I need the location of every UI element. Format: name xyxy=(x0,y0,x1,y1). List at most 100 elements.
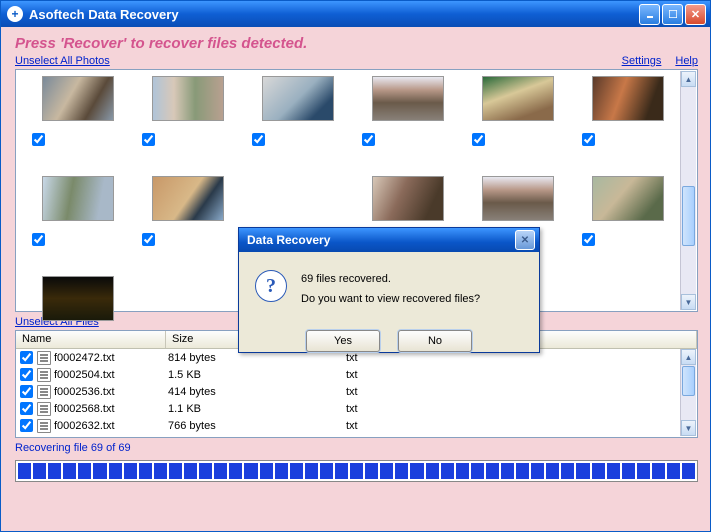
photo-checkbox[interactable] xyxy=(142,233,155,246)
file-ext: txt xyxy=(346,352,494,364)
progress-segment xyxy=(441,463,454,479)
photo-checkbox[interactable] xyxy=(582,233,595,246)
progress-segment xyxy=(139,463,152,479)
instruction-text: Press 'Recover' to recover files detecte… xyxy=(15,35,698,52)
progress-segment xyxy=(320,463,333,479)
progress-segment xyxy=(486,463,499,479)
photo-item[interactable] xyxy=(142,76,230,132)
progress-segment xyxy=(290,463,303,479)
no-button[interactable]: No xyxy=(398,330,472,352)
table-row[interactable]: f0002632.txt766 bytestxt xyxy=(16,417,697,434)
file-ext: txt xyxy=(346,403,494,415)
scroll-down-icon[interactable]: ▼ xyxy=(681,420,696,436)
photo-item[interactable] xyxy=(362,76,450,132)
progress-segment xyxy=(380,463,393,479)
scroll-down-icon[interactable]: ▼ xyxy=(681,294,696,310)
photo-checkbox[interactable] xyxy=(362,133,375,146)
progress-segment xyxy=(169,463,182,479)
file-name: f0002568.txt xyxy=(54,403,168,415)
file-size: 414 bytes xyxy=(168,386,346,398)
file-checkbox[interactable] xyxy=(20,351,33,364)
window-title: Asoftech Data Recovery xyxy=(29,7,639,22)
col-name[interactable]: Name xyxy=(16,331,166,348)
minimize-button[interactable] xyxy=(639,4,660,25)
file-checkbox[interactable] xyxy=(20,402,33,415)
progress-segment xyxy=(63,463,76,479)
file-size: 1.1 KB xyxy=(168,403,346,415)
yes-button[interactable]: Yes xyxy=(306,330,380,352)
photo-checkbox[interactable] xyxy=(582,133,595,146)
progress-segment xyxy=(652,463,665,479)
table-row[interactable]: f0002536.txt414 bytestxt xyxy=(16,383,697,400)
scroll-up-icon[interactable]: ▲ xyxy=(681,71,696,87)
photo-checkbox[interactable] xyxy=(252,133,265,146)
help-link[interactable]: Help xyxy=(675,55,698,67)
table-row[interactable]: f0002568.txt1.1 KBtxt xyxy=(16,400,697,417)
dialog-message: 69 files recovered. Do you want to view … xyxy=(301,270,480,310)
photo-item[interactable] xyxy=(142,176,230,232)
recovery-dialog: Data Recovery ✕ ? 69 files recovered. Do… xyxy=(238,227,540,353)
photo-scrollbar[interactable]: ▲ ▼ xyxy=(680,71,696,310)
file-name: f0002504.txt xyxy=(54,369,168,381)
settings-link[interactable]: Settings xyxy=(622,55,662,67)
photo-checkbox[interactable] xyxy=(32,133,45,146)
file-scrollbar[interactable]: ▲ ▼ xyxy=(680,349,696,436)
progress-segment xyxy=(229,463,242,479)
photo-checkbox[interactable] xyxy=(472,133,485,146)
scroll-thumb[interactable] xyxy=(682,186,695,246)
scroll-up-icon[interactable]: ▲ xyxy=(681,349,696,365)
photo-item[interactable] xyxy=(472,76,560,132)
progress-segment xyxy=(576,463,589,479)
progress-segment xyxy=(607,463,620,479)
photo-item[interactable] xyxy=(362,176,450,232)
photo-checkbox[interactable] xyxy=(142,133,155,146)
progress-segment xyxy=(516,463,529,479)
progress-segment xyxy=(78,463,91,479)
progress-segment xyxy=(335,463,348,479)
close-button[interactable]: ✕ xyxy=(685,4,706,25)
file-size: 1.5 KB xyxy=(168,369,346,381)
file-checkbox[interactable] xyxy=(20,419,33,432)
photo-item[interactable] xyxy=(32,76,120,132)
photo-item[interactable] xyxy=(252,76,340,132)
progress-segment xyxy=(426,463,439,479)
maximize-button[interactable] xyxy=(662,4,683,25)
progress-segment xyxy=(33,463,46,479)
photo-item[interactable] xyxy=(472,176,560,232)
progress-segment xyxy=(275,463,288,479)
photo-item[interactable] xyxy=(32,176,120,232)
file-checkbox[interactable] xyxy=(20,385,33,398)
progress-segment xyxy=(93,463,106,479)
photo-item[interactable] xyxy=(582,76,670,132)
scroll-thumb[interactable] xyxy=(682,366,695,396)
progress-segment xyxy=(260,463,273,479)
file-icon xyxy=(37,402,51,416)
status-text: Recovering file 69 of 69 xyxy=(15,442,698,454)
table-row[interactable]: f0002504.txt1.5 KBtxt xyxy=(16,366,697,383)
file-checkbox[interactable] xyxy=(20,368,33,381)
file-ext: txt xyxy=(346,386,494,398)
file-icon xyxy=(37,385,51,399)
progress-segment xyxy=(184,463,197,479)
photo-checkbox[interactable] xyxy=(32,233,45,246)
unselect-all-photos-link[interactable]: Unselect All Photos xyxy=(15,55,110,67)
photo-item[interactable] xyxy=(582,176,670,232)
progress-segment xyxy=(682,463,695,479)
file-ext: txt xyxy=(346,420,494,432)
file-name: f0002632.txt xyxy=(54,420,168,432)
progress-segment xyxy=(305,463,318,479)
file-name: f0002472.txt xyxy=(54,352,168,364)
file-icon xyxy=(37,419,51,433)
progress-segment xyxy=(199,463,212,479)
question-icon: ? xyxy=(255,270,287,302)
dialog-close-button[interactable]: ✕ xyxy=(515,230,535,250)
progress-segment xyxy=(501,463,514,479)
photo-item[interactable] xyxy=(32,276,120,332)
progress-segment xyxy=(667,463,680,479)
progress-segment xyxy=(622,463,635,479)
file-size: 766 bytes xyxy=(168,420,346,432)
progress-segment xyxy=(637,463,650,479)
dialog-title: Data Recovery xyxy=(247,233,515,247)
dialog-titlebar: Data Recovery ✕ xyxy=(239,228,539,252)
progress-segment xyxy=(592,463,605,479)
